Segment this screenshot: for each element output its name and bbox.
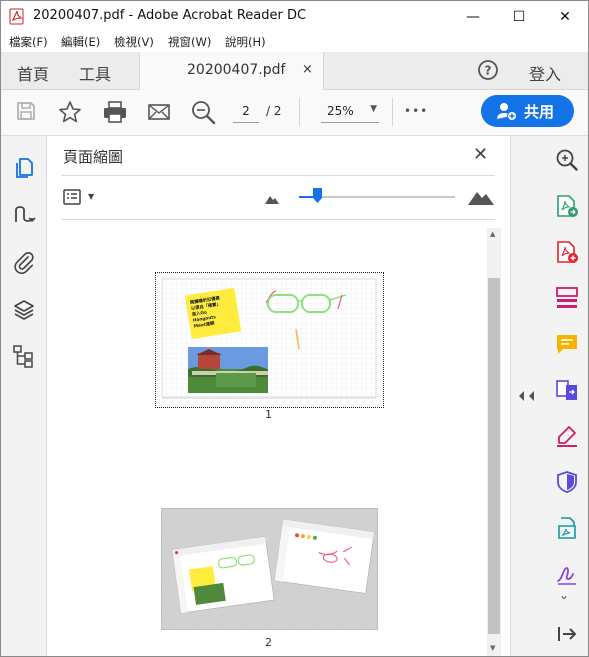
add-user-icon <box>497 103 517 121</box>
menu-help[interactable]: 說明(H) <box>225 34 266 50</box>
star-icon[interactable] <box>58 100 82 124</box>
layers-icon[interactable] <box>12 298 36 322</box>
menu-bar: 檔案(F) 編輯(E) 檢視(V) 視窗(W) 說明(H) <box>1 32 588 52</box>
tab-bar: 首頁 工具 20200407.pdf × ? 登入 <box>1 52 588 90</box>
page-number-input[interactable]: 2 <box>233 100 259 123</box>
large-mountain-icon[interactable] <box>468 190 494 205</box>
acrobat-icon <box>9 8 24 25</box>
close-panel-icon[interactable]: ✕ <box>473 144 488 165</box>
thumbnail-size-slider[interactable] <box>299 188 455 203</box>
tab-document[interactable]: 20200407.pdf × <box>139 52 324 90</box>
page-thumbnail-2[interactable] <box>161 508 378 630</box>
panel-title: 頁面縮圖 <box>63 148 124 166</box>
help-icon[interactable]: ? <box>477 59 499 81</box>
pages-icon[interactable] <box>12 156 36 180</box>
page-thumbnails-panel: 頁面縮圖 ✕ ▼ 閱讀曝折扣優惠 以便自「確實」 進入Go Hangouts M… <box>47 136 509 656</box>
close-window-button[interactable]: ✕ <box>542 1 588 32</box>
bookmarks-icon[interactable] <box>12 204 36 228</box>
create-pdf-icon[interactable] <box>555 240 579 264</box>
comment-icon[interactable] <box>555 332 579 356</box>
close-tab-icon[interactable]: × <box>302 62 313 77</box>
thumbnail-options-icon[interactable] <box>63 189 83 205</box>
organize-pages-icon[interactable] <box>555 286 579 310</box>
acrobat-window: 20200407.pdf - Adobe Acrobat Reader DC —… <box>0 0 589 657</box>
sign-icon[interactable] <box>555 562 579 586</box>
save-icon[interactable] <box>15 100 37 122</box>
export-pdf-icon[interactable] <box>555 194 579 218</box>
document-tab-label: 20200407.pdf <box>187 62 286 78</box>
combine-files-icon[interactable] <box>555 378 579 402</box>
toolbar-divider <box>299 98 300 126</box>
fill-sign-icon[interactable] <box>555 424 579 448</box>
scroll-down-icon[interactable]: ▼ <box>490 644 495 652</box>
share-button[interactable]: 共用 <box>481 95 574 127</box>
email-icon[interactable] <box>147 100 171 124</box>
divider <box>61 175 495 176</box>
page-thumbnail-1[interactable]: 閱讀曝折扣優惠 以便自「確實」 進入Go Hangouts Meet連網 <box>155 272 384 408</box>
thumbnail-scrollbar[interactable]: ▲ ▼ <box>487 228 501 656</box>
zoom-value: 25% <box>327 104 354 118</box>
thumbnail-list: 閱讀曝折扣優惠 以便自「確實」 進入Go Hangouts Meet連網 1 2 <box>61 228 487 656</box>
page-2-preview <box>162 509 377 629</box>
thumbnail-label-2: 2 <box>265 636 272 649</box>
expand-down-icon[interactable]: ⌄ <box>559 588 569 602</box>
divider <box>61 219 495 220</box>
pane-collapse-strip <box>510 136 546 656</box>
zoom-select[interactable]: 25% ▼ <box>321 100 379 123</box>
maximize-button[interactable]: ☐ <box>496 1 542 32</box>
left-navigation-rail <box>1 136 47 656</box>
chevron-down-icon: ▼ <box>370 104 377 114</box>
tags-icon[interactable] <box>12 344 36 368</box>
chevron-down-icon[interactable]: ▼ <box>88 192 94 201</box>
sign-in-link[interactable]: 登入 <box>529 61 561 85</box>
window-title: 20200407.pdf - Adobe Acrobat Reader DC <box>33 8 307 23</box>
svg-text:?: ? <box>485 64 492 78</box>
menu-edit[interactable]: 編輯(E) <box>61 34 100 50</box>
collapse-pane-arrows-icon[interactable] <box>517 390 539 402</box>
title-bar: 20200407.pdf - Adobe Acrobat Reader DC —… <box>1 1 588 32</box>
toolbar-divider <box>392 98 393 126</box>
page-total: / 2 <box>266 104 282 118</box>
right-tools-rail: ⌄ <box>545 136 588 656</box>
print-icon[interactable] <box>102 100 128 124</box>
scrollbar-thumb[interactable] <box>488 278 500 634</box>
scroll-up-icon[interactable]: ▲ <box>490 230 495 238</box>
protect-icon[interactable] <box>555 470 579 494</box>
slider-handle[interactable] <box>313 188 323 203</box>
tab-tools[interactable]: 工具 <box>79 61 111 85</box>
minimize-button[interactable]: — <box>450 1 496 32</box>
thumbnail-label-1: 1 <box>265 408 272 421</box>
small-mountain-icon[interactable] <box>265 195 279 204</box>
menu-window[interactable]: 視窗(W) <box>168 34 211 50</box>
menu-view[interactable]: 檢視(V) <box>114 34 154 50</box>
edit-pdf-icon[interactable] <box>555 516 579 540</box>
menu-file[interactable]: 檔案(F) <box>9 34 48 50</box>
page-1-preview: 閱讀曝折扣優惠 以便自「確實」 進入Go Hangouts Meet連網 <box>161 278 377 399</box>
more-tools-icon[interactable]: ••• <box>404 104 428 118</box>
collapse-pane-icon[interactable] <box>555 622 579 646</box>
attachments-icon[interactable] <box>12 251 36 275</box>
share-button-label: 共用 <box>524 103 555 121</box>
zoom-search-icon[interactable] <box>191 100 217 126</box>
search-zoom-icon[interactable] <box>555 148 579 172</box>
tab-home[interactable]: 首頁 <box>17 61 49 85</box>
